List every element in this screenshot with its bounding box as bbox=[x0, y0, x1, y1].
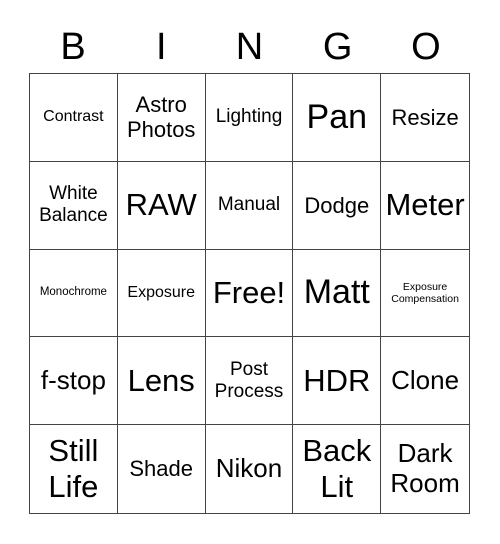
header-letter-g: G bbox=[322, 26, 353, 68]
bingo-cell-label: HDR bbox=[303, 362, 371, 398]
bingo-cell[interactable]: Lens bbox=[117, 337, 206, 426]
bingo-cell[interactable]: Dodge bbox=[293, 161, 382, 250]
bingo-cell-label: Exposure Compensation bbox=[391, 280, 459, 305]
bingo-cell[interactable]: Manual bbox=[205, 161, 294, 250]
bingo-cell[interactable]: RAW bbox=[117, 161, 206, 250]
bingo-cell-label: Monochrome bbox=[39, 286, 107, 299]
bingo-cell[interactable]: Shade bbox=[118, 425, 206, 513]
bingo-card-grid: Contrast Astro Photos Lighting Pan Resize Whi… bbox=[29, 73, 470, 514]
header-letter-n: N bbox=[235, 26, 264, 68]
bingo-cell[interactable]: Exposure Compensation bbox=[381, 250, 469, 338]
bingo-cell[interactable]: Monochrome bbox=[30, 249, 118, 338]
bingo-cell-label: Matt bbox=[303, 273, 370, 312]
bingo-cell[interactable]: Free! bbox=[205, 249, 294, 338]
bingo-cell[interactable]: Still Life bbox=[30, 425, 118, 513]
bingo-cell[interactable]: Clone bbox=[381, 337, 469, 426]
bingo-cell[interactable]: f-stop bbox=[30, 337, 118, 426]
bingo-cell[interactable]: Resize bbox=[381, 74, 469, 162]
bingo-cell-label: Lighting bbox=[215, 106, 283, 128]
bingo-cell-label: Still Life bbox=[48, 433, 99, 505]
header-letter-b: B bbox=[60, 26, 86, 68]
bingo-cell[interactable]: Exposure bbox=[117, 249, 206, 338]
bingo-cell-label: RAW bbox=[125, 187, 197, 223]
bingo-cell[interactable]: Contrast bbox=[30, 74, 118, 162]
bingo-header: B I N G O bbox=[29, 22, 470, 72]
bingo-cell-label: Pan bbox=[306, 97, 368, 136]
bingo-cell-label: White Balance bbox=[39, 183, 108, 227]
bingo-cell[interactable]: HDR bbox=[293, 337, 382, 426]
bingo-cell-label: Astro Photos bbox=[126, 92, 196, 143]
bingo-cell-label: Post Process bbox=[214, 358, 284, 402]
bingo-cell-label: Back Lit bbox=[302, 433, 372, 505]
bingo-cell[interactable]: Meter bbox=[381, 162, 469, 250]
bingo-cell-label: Exposure bbox=[127, 283, 195, 301]
bingo-cell[interactable]: Lighting bbox=[205, 74, 294, 162]
bingo-cell-label: Lens bbox=[127, 362, 195, 398]
bingo-cell-label: Meter bbox=[385, 187, 465, 223]
bingo-cell-label: Resize bbox=[391, 104, 459, 130]
bingo-cell[interactable]: Matt bbox=[293, 249, 382, 338]
bingo-cell-label: Dodge bbox=[304, 192, 370, 218]
bingo-cell[interactable]: Nikon bbox=[206, 425, 294, 513]
bingo-cell-label: f-stop bbox=[40, 364, 106, 395]
bingo-cell-label: Free! bbox=[212, 275, 286, 311]
header-letter-i: I bbox=[156, 26, 167, 68]
bingo-cell[interactable]: Back Lit bbox=[293, 425, 382, 513]
bingo-cell[interactable]: Astro Photos bbox=[117, 74, 206, 162]
header-letter-o: O bbox=[411, 26, 441, 68]
bingo-cell-label: Shade bbox=[129, 456, 193, 482]
bingo-cell-label: Nikon bbox=[215, 453, 283, 484]
bingo-cell-label: Clone bbox=[391, 364, 460, 395]
bingo-cell-label: Manual bbox=[217, 194, 281, 216]
bingo-cell-label: Contrast bbox=[43, 108, 104, 126]
bingo-cell[interactable]: Pan bbox=[293, 74, 382, 162]
bingo-cell-label: Dark Room bbox=[390, 438, 460, 499]
bingo-cell[interactable]: Post Process bbox=[205, 337, 294, 426]
bingo-cell[interactable]: White Balance bbox=[30, 161, 118, 250]
bingo-cell[interactable]: Dark Room bbox=[381, 425, 469, 513]
